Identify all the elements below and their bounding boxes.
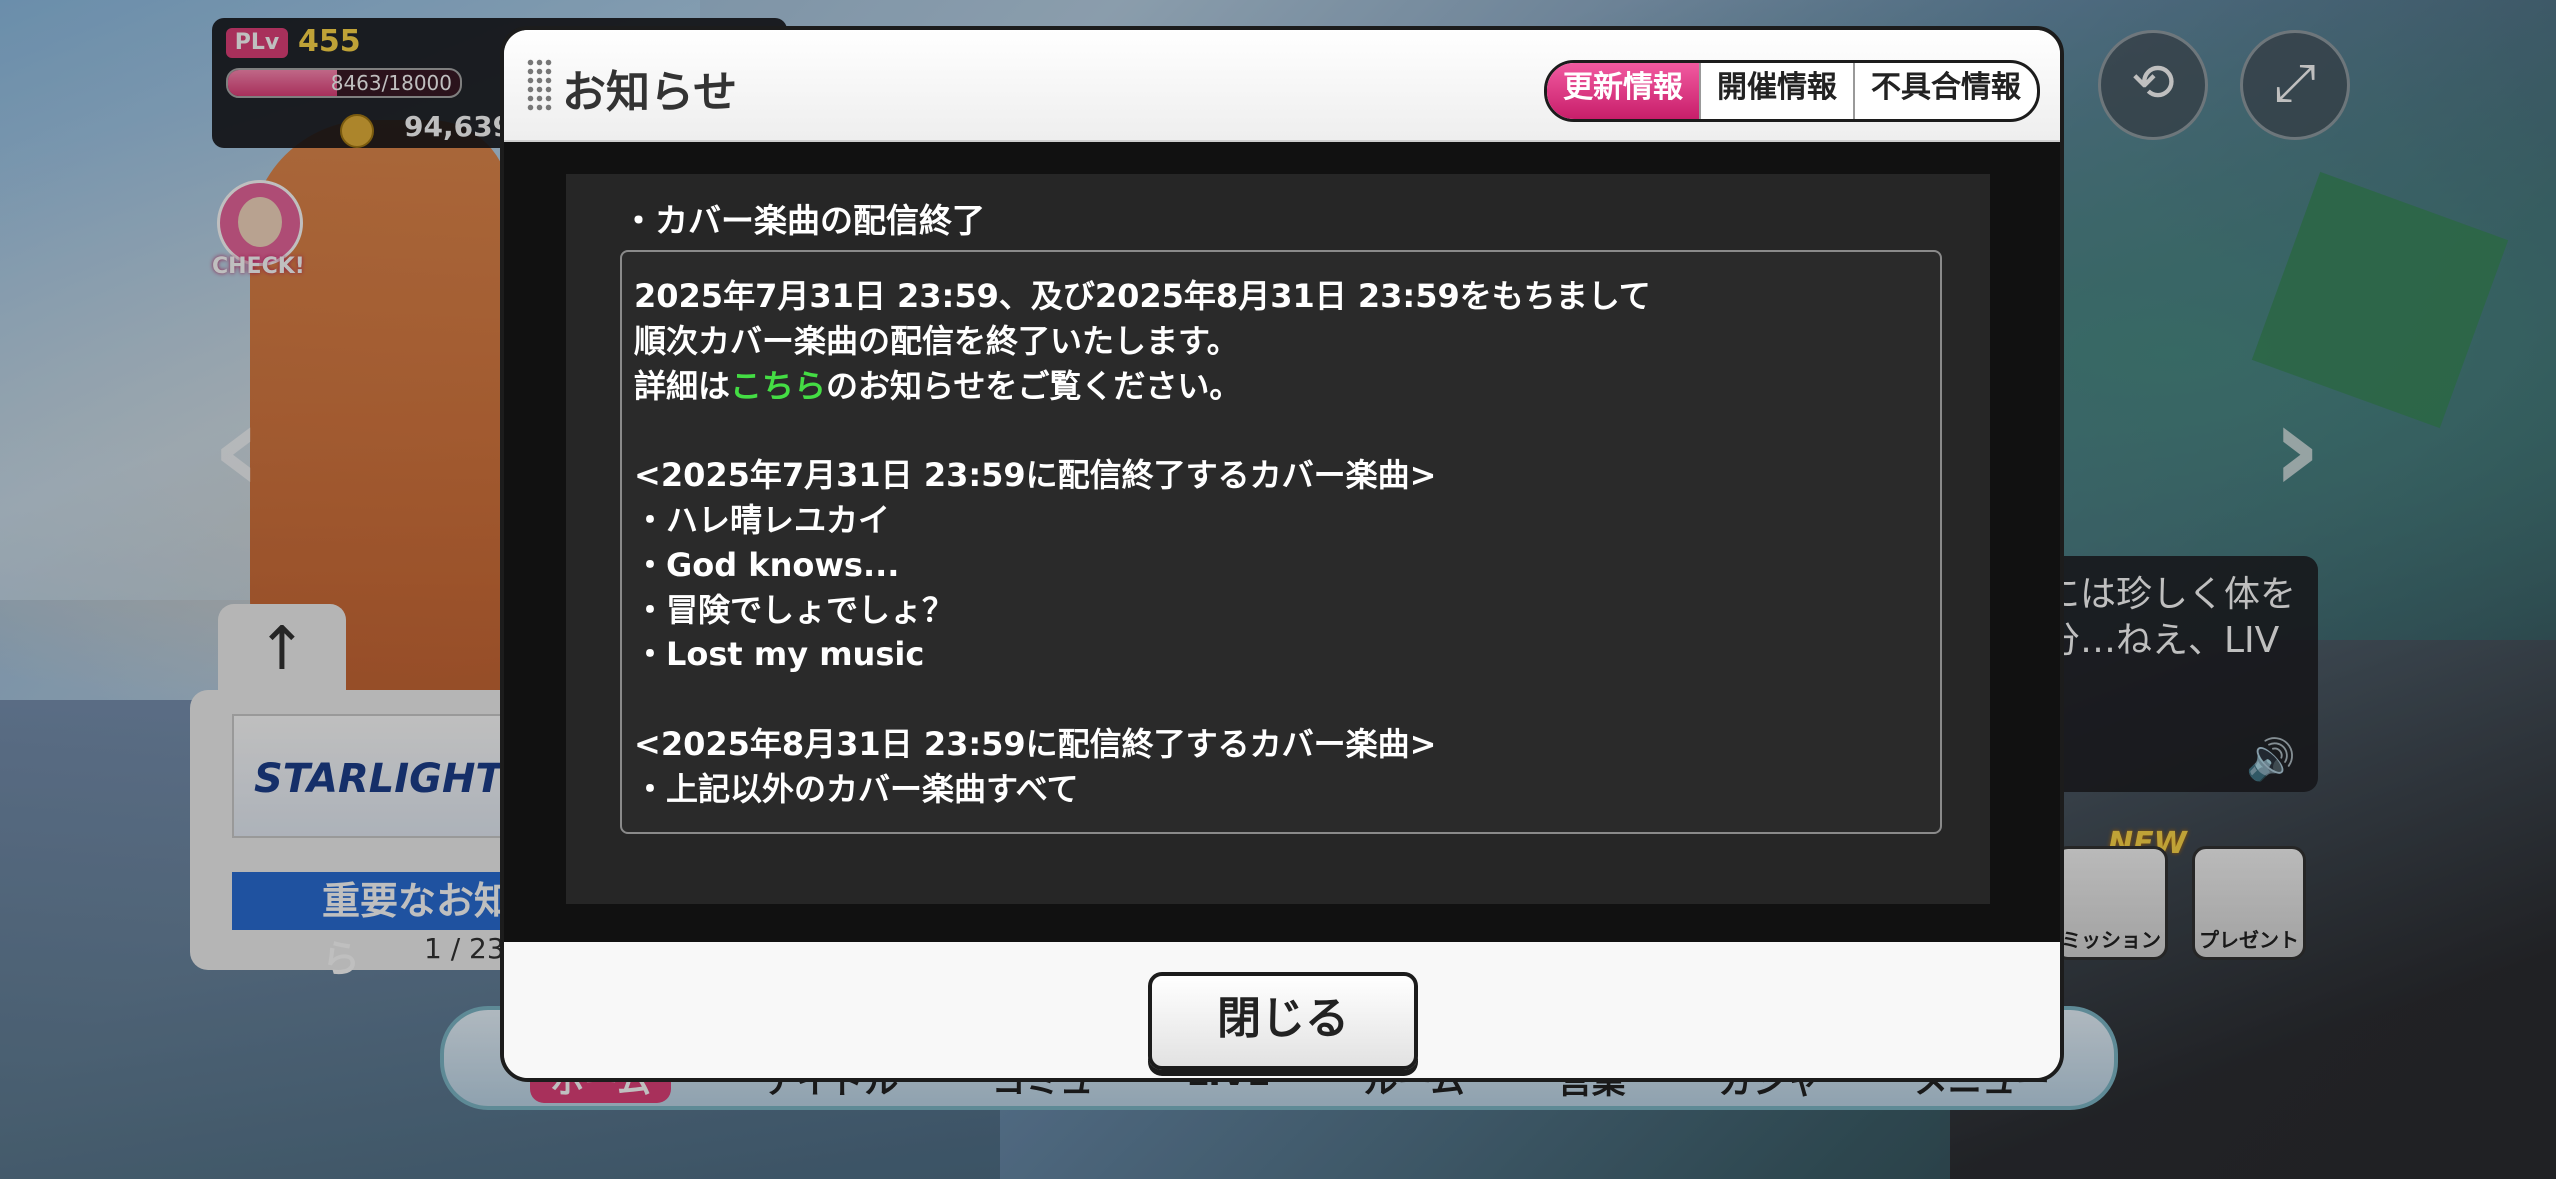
tab-update-info[interactable]: 更新情報 [1547, 63, 1699, 119]
notice-line: ・上記以外のカバー楽曲すべて [634, 769, 1079, 808]
notice-dialog: お知らせ 更新情報 開催情報 不具合情報 ・カバー楽曲の配信終了 2025年7月… [500, 26, 2064, 1082]
notice-line: 順次カバー楽曲の配信を終了いたします。 [634, 321, 1239, 360]
notice-line: ・Lost my music [634, 635, 925, 674]
notice-line: <2025年7月31日 23:59に配信終了するカバー楽曲> [634, 456, 1437, 495]
dialog-body[interactable]: ・カバー楽曲の配信終了 2025年7月31日 23:59、及び2025年8月31… [504, 142, 2060, 942]
tab-event-info[interactable]: 開催情報 [1699, 63, 1853, 119]
notice-line: ・冒険でしょでしょ？ [634, 590, 955, 629]
notice-text-box[interactable]: 2025年7月31日 23:59、及び2025年8月31日 23:59をもちまし… [620, 250, 1942, 834]
notice-line: ・ハレ晴レユカイ [634, 500, 891, 539]
dialog-footer: 閉じる [504, 942, 2060, 1078]
notice-line: 詳細は [634, 366, 731, 405]
notice-section-title: ・カバー楽曲の配信終了 [622, 201, 985, 240]
notice-content: ・カバー楽曲の配信終了 2025年7月31日 23:59、及び2025年8月31… [566, 174, 1990, 904]
notice-tabs: 更新情報 開催情報 不具合情報 [1544, 60, 2040, 122]
dialog-header: お知らせ 更新情報 開催情報 不具合情報 [504, 30, 2060, 142]
close-button[interactable]: 閉じる [1148, 972, 1418, 1070]
notice-line: ・God knows... [634, 545, 900, 584]
notice-line: <2025年8月31日 23:59に配信終了するカバー楽曲> [634, 724, 1437, 763]
grip-dots-icon [526, 58, 552, 112]
details-link[interactable]: こちら [730, 367, 826, 405]
tab-bug-info[interactable]: 不具合情報 [1853, 63, 2037, 119]
notice-line: 2025年7月31日 23:59、及び2025年8月31日 23:59をもちまし… [634, 277, 1651, 315]
notice-text: 2025年7月31日 23:59、及び2025年8月31日 23:59をもちまし… [634, 274, 1651, 812]
notice-line: のお知らせをご覧ください。 [826, 366, 1242, 405]
dialog-title: お知らせ [562, 67, 738, 118]
